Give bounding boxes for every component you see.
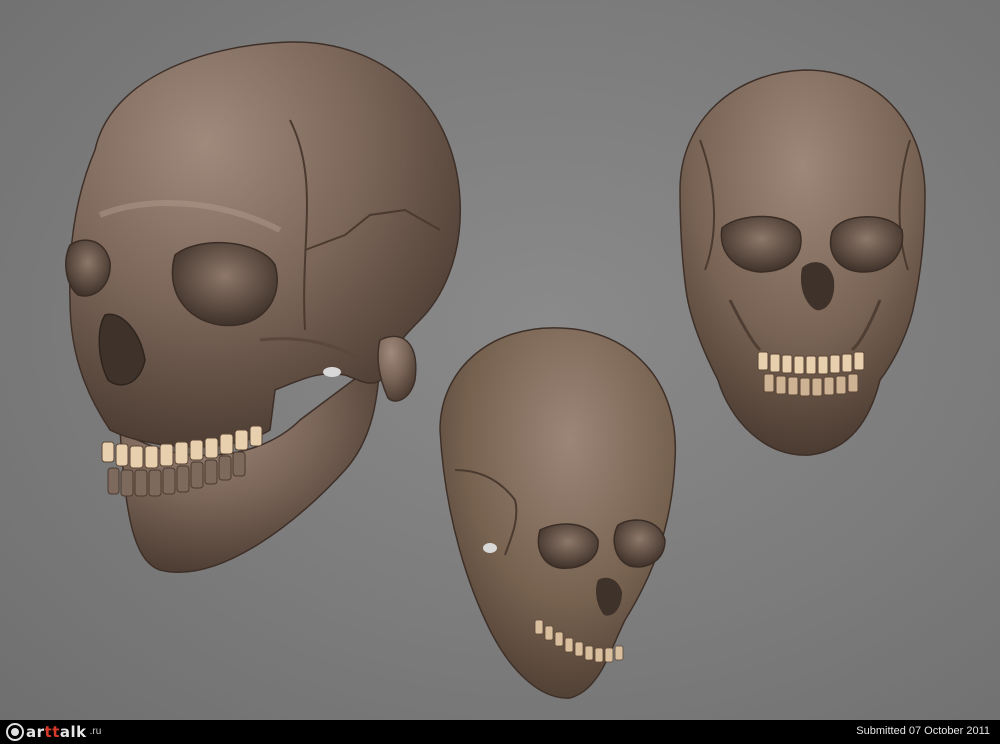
arttalk-logo[interactable]: arttalk .ru	[6, 722, 101, 742]
skull-middle	[439, 327, 677, 699]
logo-wordmark: arttalk	[26, 723, 87, 741]
footer-bar: arttalk .ru Submitted 07 October 2011	[0, 720, 1000, 744]
logo-circle-icon	[6, 723, 24, 741]
logo-domain-suffix: .ru	[89, 726, 102, 737]
skull-large	[65, 41, 461, 573]
skull-renders	[65, 41, 926, 699]
skull-right	[679, 69, 926, 456]
submitted-date: Submitted 07 October 2011	[856, 725, 990, 737]
render-viewport	[0, 0, 1000, 720]
